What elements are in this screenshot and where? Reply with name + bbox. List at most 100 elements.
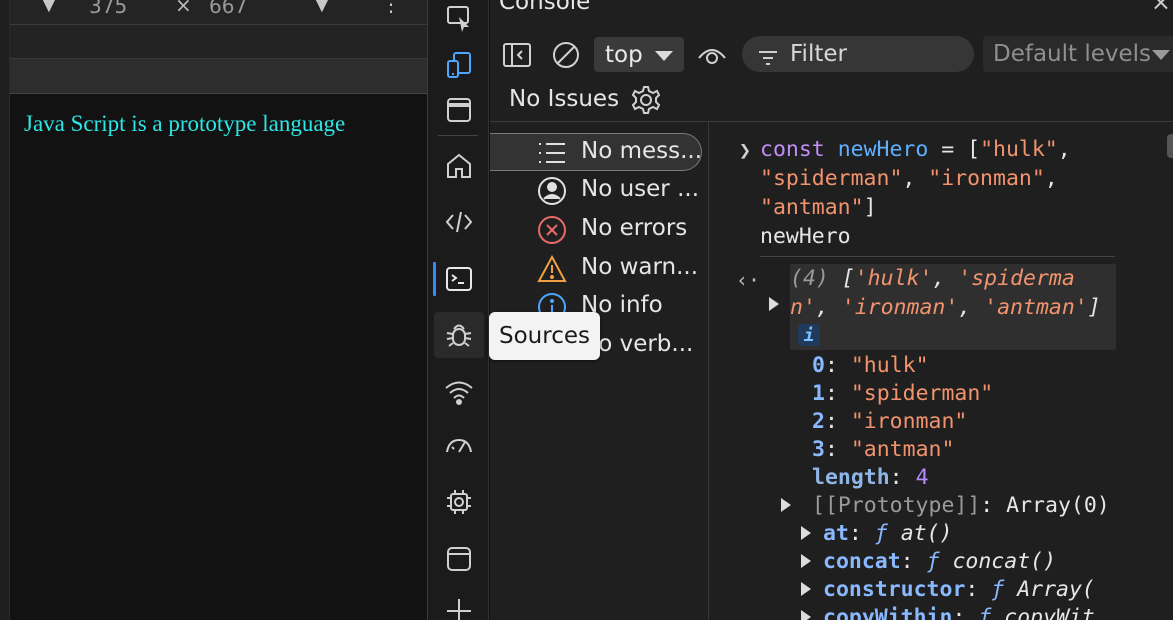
expand-triangle-icon[interactable] bbox=[781, 498, 791, 512]
sidebar-item-user-messages[interactable]: No user ... bbox=[490, 172, 702, 210]
sidebar-toggle-icon[interactable] bbox=[500, 38, 534, 72]
prototype-property[interactable]: [[Prototype]]: Array(0) bbox=[812, 491, 1110, 520]
console-output: ❯ const newHero = ["hulk", "spiderman", … bbox=[710, 122, 1173, 620]
function-symbol: ƒ bbox=[991, 577, 1005, 602]
code-variable: newHero bbox=[837, 137, 929, 162]
clear-console-icon[interactable] bbox=[549, 38, 583, 72]
result-arrow-icon: ‹· bbox=[736, 268, 761, 292]
code-string: "hulk" bbox=[980, 137, 1058, 162]
zoom-dropdown-icon[interactable]: ▼ bbox=[315, 0, 329, 15]
chevron-down-icon bbox=[655, 51, 673, 61]
performance-icon[interactable] bbox=[434, 423, 484, 469]
colon: : bbox=[900, 549, 927, 574]
preview-string: n' bbox=[790, 295, 816, 320]
comma: , bbox=[932, 266, 959, 291]
preview-string: 'ironman' bbox=[841, 295, 959, 320]
console-icon[interactable] bbox=[434, 256, 484, 302]
sources-bug-icon[interactable] bbox=[434, 312, 484, 358]
home-icon[interactable] bbox=[434, 143, 484, 189]
entry-key: 2 bbox=[812, 409, 825, 434]
panel-title: Console bbox=[499, 0, 591, 15]
method-entry[interactable]: at: ƒ at() bbox=[823, 519, 952, 548]
elements-icon[interactable] bbox=[434, 199, 484, 245]
filter-input[interactable]: Filter bbox=[742, 36, 974, 72]
colon: : bbox=[980, 493, 1007, 518]
height-input[interactable]: 667 bbox=[209, 0, 247, 18]
info-badge-icon[interactable]: i bbox=[798, 324, 820, 346]
input-chevron-icon: ❯ bbox=[739, 138, 752, 162]
expand-triangle-icon[interactable] bbox=[801, 554, 811, 568]
times-label: × bbox=[175, 0, 192, 17]
method-entry[interactable]: concat: ƒ concat() bbox=[823, 547, 1056, 576]
entry-value: "ironman" bbox=[850, 409, 968, 434]
viewport-left-strip bbox=[0, 0, 10, 620]
entry-key: concat bbox=[823, 549, 901, 574]
filter-placeholder: Filter bbox=[790, 41, 847, 67]
array-entry: 0: "hulk" bbox=[812, 351, 929, 380]
array-entry: 3: "antman" bbox=[812, 435, 954, 464]
dimensions-dropdown-icon[interactable]: ▼ bbox=[42, 0, 56, 15]
expand-triangle-icon[interactable] bbox=[801, 610, 811, 620]
window-icon[interactable] bbox=[434, 87, 484, 133]
length-property: length: 4 bbox=[812, 463, 929, 492]
sidebar-item-errors[interactable]: No errors bbox=[490, 211, 702, 249]
inspect-icon[interactable] bbox=[434, 0, 484, 42]
more-options-icon[interactable]: ⋮ bbox=[381, 0, 401, 16]
issues-count[interactable]: No Issues bbox=[509, 86, 619, 112]
viewport-ruler-bar bbox=[10, 25, 427, 59]
activity-bar bbox=[427, 0, 489, 620]
sidebar-item-messages[interactable]: No mess... bbox=[490, 133, 702, 171]
entry-value: Array( bbox=[1017, 577, 1095, 602]
network-wifi-icon[interactable] bbox=[434, 369, 484, 415]
array-entry: 2: "ironman" bbox=[812, 407, 967, 436]
code-comma: , bbox=[902, 166, 929, 191]
memory-chip-icon[interactable] bbox=[434, 479, 484, 525]
device-emulation-icon[interactable] bbox=[434, 42, 484, 88]
entry-key: copyWithin bbox=[823, 605, 953, 620]
activity-separator bbox=[438, 135, 478, 136]
list-icon bbox=[537, 138, 567, 168]
user-icon bbox=[537, 176, 567, 206]
sources-tooltip: Sources bbox=[489, 312, 600, 360]
viewport-media-bar bbox=[10, 59, 427, 94]
page-text: Java Script is a prototype language bbox=[24, 111, 346, 136]
log-levels-value: Default levels bbox=[993, 41, 1152, 67]
expand-triangle-icon[interactable] bbox=[801, 526, 811, 540]
code-string: "antman" bbox=[760, 195, 864, 220]
colon: : bbox=[952, 605, 979, 620]
settings-gear-icon[interactable] bbox=[630, 84, 662, 120]
width-input[interactable]: 375 bbox=[89, 0, 127, 18]
colon: : bbox=[965, 577, 992, 602]
log-levels-select[interactable]: Default levels bbox=[983, 36, 1173, 72]
entry-key: at bbox=[823, 521, 849, 546]
sidebar-item-warnings[interactable]: No warn... bbox=[490, 250, 702, 288]
close-icon[interactable]: × bbox=[1151, 0, 1171, 16]
page-viewport: ▼ 375 × 667 ▼ ⋮ Java Script is a prototy… bbox=[0, 0, 427, 620]
entry-key: 1 bbox=[812, 381, 825, 406]
expand-triangle-icon[interactable] bbox=[801, 582, 811, 596]
error-icon bbox=[537, 215, 567, 245]
preview-string: 'antman' bbox=[984, 295, 1088, 320]
console-sidebar: No mess... No user ... No errors No warn… bbox=[490, 122, 709, 620]
application-icon[interactable] bbox=[434, 536, 484, 582]
live-expression-eye-icon[interactable] bbox=[695, 38, 729, 72]
entry-value: at() bbox=[900, 521, 953, 546]
bracket: ] bbox=[1087, 295, 1101, 320]
method-entry[interactable]: copyWithin: ƒ copyWit bbox=[823, 603, 1095, 620]
scrollbar-thumb[interactable] bbox=[1167, 134, 1173, 158]
device-toolbar: ▼ 375 × 667 ▼ ⋮ bbox=[10, 0, 427, 25]
console-toolbar: top Filter Default levels bbox=[490, 30, 1173, 78]
entry-value: Array(0) bbox=[1006, 493, 1110, 518]
add-icon[interactable] bbox=[434, 586, 484, 620]
entry-value: "antman" bbox=[850, 437, 955, 462]
sidebar-item-label: No warn... bbox=[581, 254, 699, 280]
expand-triangle-icon[interactable] bbox=[769, 297, 779, 311]
comma: , bbox=[815, 295, 842, 320]
method-entry[interactable]: constructor: ƒ Array( bbox=[823, 575, 1095, 604]
array-result-preview[interactable]: (4) ['hulk', 'spiderma n', 'ironman', 'a… bbox=[790, 264, 1116, 350]
context-select[interactable]: top bbox=[594, 37, 684, 72]
function-symbol: ƒ bbox=[978, 605, 992, 620]
code-bracket: ] bbox=[863, 195, 877, 220]
array-entry: 1: "spiderman" bbox=[812, 379, 993, 408]
colon: : bbox=[889, 465, 916, 490]
